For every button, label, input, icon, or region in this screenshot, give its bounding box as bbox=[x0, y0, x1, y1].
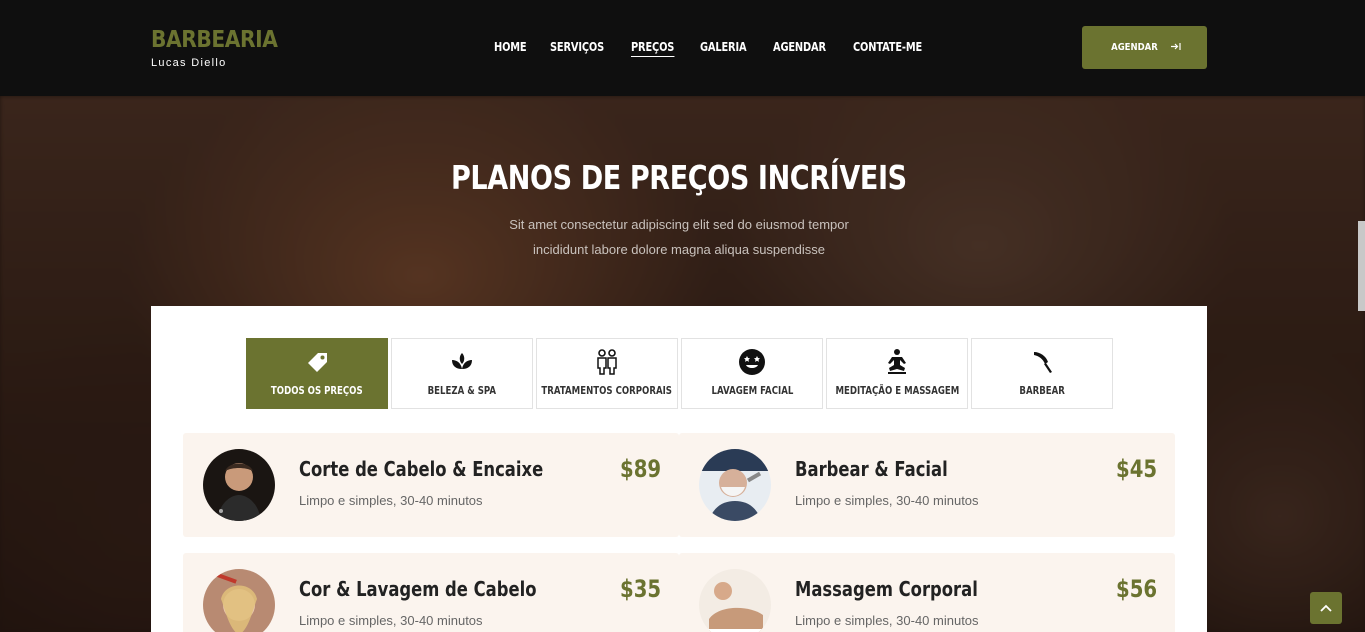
service-title: Massagem Corporal bbox=[795, 577, 978, 601]
page-title: PLANOS DE PREÇOS INCRÍVEIS bbox=[451, 158, 907, 197]
razor-icon bbox=[1028, 348, 1056, 376]
brand-subtitle: Lucas Diello bbox=[151, 57, 227, 69]
meditation-icon bbox=[883, 348, 911, 376]
nav-home[interactable]: HOME bbox=[494, 38, 527, 57]
page-subtitle: Sit amet consectetur adipiscing elit sed… bbox=[509, 217, 849, 257]
service-photo-shave bbox=[699, 449, 771, 521]
service-price: $56 bbox=[1115, 575, 1157, 603]
tab-barbear[interactable]: BARBEAR bbox=[971, 338, 1113, 409]
chevron-up-icon bbox=[1320, 599, 1332, 617]
service-price: $89 bbox=[619, 455, 661, 483]
service-card[interactable]: Barbear & Facial Limpo e simples, 30-40 … bbox=[679, 433, 1175, 537]
service-photo-haircut bbox=[203, 449, 275, 521]
tab-meditacao-e-massagem[interactable]: MEDITAÇÃO E MASSAGEM bbox=[826, 338, 968, 409]
nav-contate-me[interactable]: CONTATE-ME bbox=[853, 38, 922, 57]
site-header: BARBEARIA Lucas Diello HOME SERVIÇOS PRE… bbox=[0, 0, 1365, 96]
service-price: $35 bbox=[619, 575, 661, 603]
tag-icon bbox=[303, 348, 331, 376]
service-description: Limpo e simples, 30-40 minutos bbox=[795, 613, 979, 628]
tab-lavagem-facial[interactable]: LAVAGEM FACIAL bbox=[681, 338, 823, 409]
service-photo-massage bbox=[699, 569, 771, 632]
service-card[interactable]: Corte de Cabelo & Encaixe Limpo e simple… bbox=[183, 433, 679, 537]
back-to-top-button[interactable] bbox=[1310, 592, 1342, 624]
arrow-right-to-bracket-icon bbox=[1170, 42, 1182, 54]
service-card[interactable]: Massagem Corporal Limpo e simples, 30-40… bbox=[679, 553, 1175, 632]
tab-tratamentos-corporais[interactable]: TRATAMENTOS CORPORAIS bbox=[536, 338, 678, 409]
tab-todos-os-precos[interactable]: TODOS OS PREÇOS bbox=[246, 338, 388, 409]
pricing-tabs: TODOS OS PREÇOS BELEZA & SPA TRATAMENTOS… bbox=[246, 338, 1116, 409]
brand-title: BARBEARIA bbox=[151, 27, 278, 53]
nav-galeria[interactable]: GALERIA bbox=[700, 38, 747, 57]
pricing-panel: TODOS OS PREÇOS BELEZA & SPA TRATAMENTOS… bbox=[151, 306, 1207, 632]
brand-logo[interactable]: BARBEARIA Lucas Diello bbox=[151, 26, 295, 69]
agendar-button-label: AGENDAR bbox=[1111, 42, 1158, 53]
service-photo-hair-color bbox=[203, 569, 275, 632]
service-title: Barbear & Facial bbox=[795, 457, 948, 481]
people-icon bbox=[593, 348, 621, 376]
agendar-button[interactable]: AGENDAR bbox=[1082, 26, 1207, 69]
service-price: $45 bbox=[1115, 455, 1157, 483]
star-eyes-face-icon bbox=[738, 348, 766, 376]
service-title: Corte de Cabelo & Encaixe bbox=[299, 457, 544, 481]
service-description: Limpo e simples, 30-40 minutos bbox=[299, 493, 483, 508]
tab-beleza-spa[interactable]: BELEZA & SPA bbox=[391, 338, 533, 409]
service-card[interactable]: Cor & Lavagem de Cabelo Limpo e simples,… bbox=[183, 553, 679, 632]
nav-servicos[interactable]: SERVIÇOS bbox=[550, 38, 604, 57]
nav-agendar[interactable]: AGENDAR bbox=[773, 38, 826, 57]
nav-precos[interactable]: PREÇOS bbox=[631, 38, 675, 57]
service-description: Limpo e simples, 30-40 minutos bbox=[299, 613, 483, 628]
main-nav: HOME SERVIÇOS PREÇOS GALERIA AGENDAR CON… bbox=[494, 38, 953, 57]
spa-icon bbox=[448, 348, 476, 376]
service-description: Limpo e simples, 30-40 minutos bbox=[795, 493, 979, 508]
service-title: Cor & Lavagem de Cabelo bbox=[299, 577, 537, 601]
page-scrollbar-thumb[interactable] bbox=[1358, 221, 1365, 311]
